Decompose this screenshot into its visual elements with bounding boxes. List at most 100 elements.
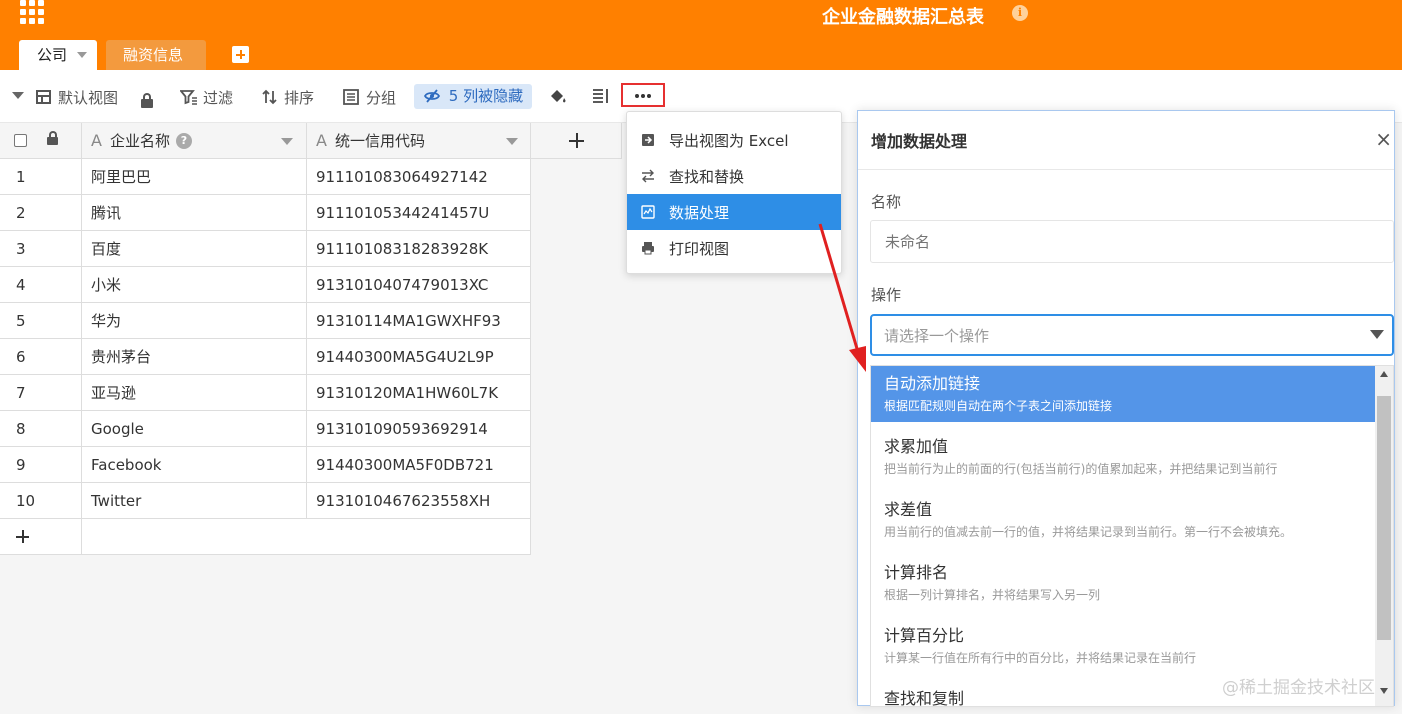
text-type-icon: A [316,131,327,150]
row-index[interactable]: 10 [0,483,82,519]
menu-item-export-excel[interactable]: 导出视图为 Excel [627,122,841,158]
text-type-icon: A [91,131,102,150]
name-input[interactable] [870,220,1394,263]
row-index[interactable]: 4 [0,267,82,303]
row-index[interactable]: 7 [0,375,82,411]
credit-code-cell[interactable]: 91440300MA5G4U2L9P [307,339,531,375]
operation-option[interactable]: 求累加值把当前行为止的前面的行(包括当前行)的值累加起来，并把结果记到当前行 [871,429,1375,485]
group-button[interactable]: 分组 [343,86,396,108]
row-index[interactable]: 8 [0,411,82,447]
row-index[interactable]: 1 [0,159,82,195]
operation-select[interactable]: 请选择一个操作 [870,314,1394,356]
filter-icon [180,90,197,105]
info-icon[interactable]: i [1012,5,1028,21]
sort-button[interactable]: 排序 [262,86,314,108]
company-name-cell[interactable]: Facebook [82,447,307,483]
tab-company[interactable]: 公司 [19,40,97,70]
menu-item-print-view[interactable]: 打印视图 [627,230,841,266]
table-icon [36,90,51,104]
credit-code-cell[interactable]: 91110105344241457U [307,195,531,231]
row-index[interactable]: 5 [0,303,82,339]
row-index[interactable]: 6 [0,339,82,375]
caret-down-icon[interactable] [1370,330,1384,339]
plus-icon [16,530,29,543]
app-title: 企业金融数据汇总表 [822,7,984,28]
row-index[interactable]: 9 [0,447,82,483]
column-name: 企业名称 [109,132,170,150]
company-name-cell[interactable]: 腾讯 [82,195,307,231]
company-name-cell[interactable]: 阿里巴巴 [82,159,307,195]
credit-code-cell[interactable]: 91310120MA1HW60L7K [307,375,531,411]
company-name-cell[interactable]: 亚马逊 [82,375,307,411]
menu-item-label: 查找和替换 [669,167,745,186]
tab-label: 公司 [37,46,68,64]
option-title: 自动添加链接 [884,374,981,393]
scroll-down-icon[interactable] [1380,688,1388,694]
add-table-icon[interactable] [232,46,249,63]
option-title: 查找和复制 [884,689,965,707]
apps-grid-icon[interactable] [20,0,46,24]
watermark: @稀土掘金技术社区 [1222,678,1375,698]
row-index[interactable]: 2 [0,195,82,231]
add-row-filler[interactable] [82,519,531,555]
option-description: 把当前行为止的前面的行(包括当前行)的值累加起来，并把结果记到当前行 [884,462,1278,476]
company-name-cell[interactable]: 百度 [82,231,307,267]
view-selector[interactable]: 默认视图 [36,86,118,108]
company-name-cell[interactable]: 贵州茅台 [82,339,307,375]
app-header: 企业金融数据汇总表 i 公司 融资信息 [0,0,1402,70]
operation-option[interactable]: 计算排名 根据一列计算排名，并将结果写入另一列 [871,555,1375,611]
credit-code-cell[interactable]: 91310114MA1GWXHF93 [307,303,531,339]
close-icon[interactable]: × [1375,129,1392,149]
scrollbar[interactable] [1375,366,1393,706]
credit-code-cell[interactable]: 91440300MA5F0DB721 [307,447,531,483]
credit-code-cell[interactable]: 9131010407479013XC [307,267,531,303]
row-index[interactable]: 3 [0,231,82,267]
add-row-button[interactable] [0,519,82,555]
menu-item-find-replace[interactable]: 查找和替换 [627,158,841,194]
operation-label: 操作 [871,286,902,304]
credit-code-cell[interactable]: 9131010467623558XH [307,483,531,519]
filter-button[interactable]: 过滤 [180,86,233,108]
credit-code-cell[interactable]: 91110108306492714​2 [307,159,531,195]
add-column-button[interactable] [531,123,622,159]
add-data-processing-panel: 增加数据处理 × 名称 操作 请选择一个操作 自动添加链接根据匹配规则自动在两个… [857,110,1395,707]
select-all-checkbox[interactable] [14,134,27,147]
option-title: 求差值 [884,500,933,519]
company-name-cell[interactable]: 华为 [82,303,307,339]
lock-icon[interactable] [140,93,154,108]
operation-option[interactable]: 自动添加链接 根据匹配规则自动在两个子表之间添加链接 [871,366,1375,422]
more-options-button[interactable] [621,83,665,107]
hidden-columns-button[interactable]: 5 列被隐藏 [414,84,532,109]
tab-financing[interactable]: 融资信息 [106,40,206,70]
scroll-up-icon[interactable] [1380,371,1388,377]
company-name-cell[interactable]: 小米 [82,267,307,303]
row-height-icon[interactable] [592,88,610,104]
operation-option[interactable]: 求差值 用当前行的值减去前一行的值，并将结果记录到当前行。第一行不会被填充。 [871,492,1375,548]
swap-icon [642,169,654,183]
dot-icon [641,94,645,98]
hidden-columns-label: 5 列被隐藏 [448,87,524,105]
paint-bucket-icon[interactable] [548,88,568,106]
option-description: 计算某一行值在所有行中的百分比，并将结果记录在当前行 [884,651,1197,665]
scrollbar-thumb[interactable] [1377,396,1391,640]
column-lock-icon[interactable] [46,131,60,145]
column-header-credit-code[interactable]: A 统一信用代码 [307,123,531,159]
credit-code-cell[interactable]: 913101090593692914 [307,411,531,447]
column-name: 统一信用代码 [334,132,425,150]
filter-label: 过滤 [203,88,234,107]
menu-item-data-processing[interactable]: 数据处理 [627,194,841,230]
caret-down-icon[interactable] [12,92,24,99]
credit-code-cell[interactable]: 91110108318283928K [307,231,531,267]
chart-icon [641,205,655,219]
option-title: 求累加值 [884,437,949,456]
chevron-down-icon[interactable] [506,138,518,145]
company-name-cell[interactable]: Google [82,411,307,447]
company-name-cell[interactable]: Twitter [82,483,307,519]
chevron-down-icon[interactable] [77,52,87,58]
operation-option[interactable]: 计算百分比 计算某一行值在所有行中的百分比，并将结果记录在当前行 [871,618,1375,674]
help-icon[interactable]: ? [175,132,192,149]
group-label: 分组 [366,88,397,107]
chevron-down-icon[interactable] [281,138,293,145]
column-header-company-name[interactable]: A 企业名称 ? [82,123,307,159]
option-description: 根据一列计算排名，并将结果写入另一列 [884,588,1101,602]
